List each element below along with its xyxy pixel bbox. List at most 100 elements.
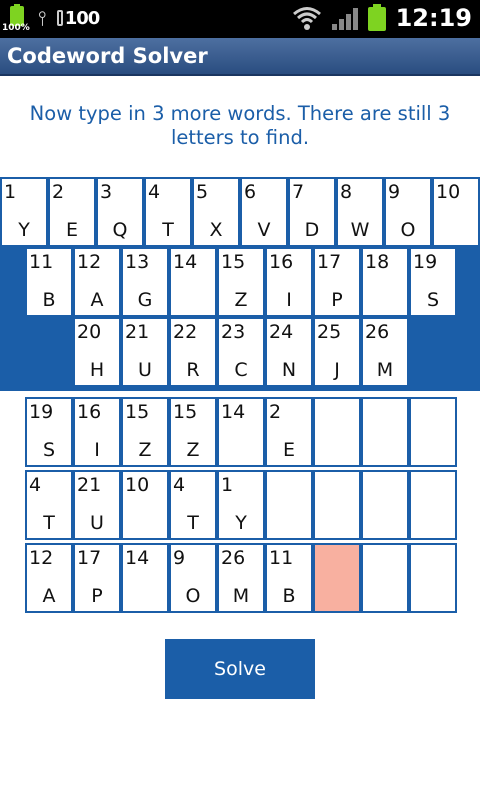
word-cell[interactable]: 11 B <box>265 543 313 613</box>
cell-letter: A <box>42 585 56 607</box>
word-cell[interactable] <box>409 543 457 613</box>
cell-letter: U <box>90 512 104 534</box>
cell-letter: D <box>304 219 320 241</box>
cell-number: 21 <box>125 321 150 343</box>
key-cell[interactable]: 2E <box>48 177 96 247</box>
cell-letter: R <box>186 359 200 381</box>
cell-letter: Y <box>18 219 30 241</box>
key-cell[interactable]: 6V <box>240 177 288 247</box>
key-cell[interactable]: 24 N <box>265 317 313 387</box>
word-cell[interactable]: 15 Z <box>121 397 169 467</box>
cell-letter: N <box>281 359 297 381</box>
cell-letter: S <box>426 289 440 311</box>
word-cell[interactable]: 19 S <box>25 397 73 467</box>
cell-letter: X <box>209 219 223 241</box>
word-cell[interactable]: 2E <box>265 397 313 467</box>
key-cell[interactable]: 17 P <box>313 247 361 317</box>
key-cell[interactable]: 7D <box>288 177 336 247</box>
key-cell[interactable]: 21 U <box>121 317 169 387</box>
key-cell[interactable]: 11 B <box>25 247 73 317</box>
key-cell[interactable]: 15 Z <box>217 247 265 317</box>
cell-letter: U <box>138 359 152 381</box>
key-cell[interactable]: 10 <box>432 177 480 247</box>
cell-number: 2 <box>52 181 65 203</box>
cell-number: 11 <box>29 251 54 273</box>
key-cell[interactable]: 19 S <box>409 247 457 317</box>
key-cell[interactable]: 16 I <box>265 247 313 317</box>
cell-number: 20 <box>77 321 102 343</box>
word-cell[interactable]: 12 A <box>25 543 73 613</box>
key-cell[interactable]: 8W <box>336 177 384 247</box>
word-cell[interactable]: 16 I <box>73 397 121 467</box>
cell-number: 4 <box>148 181 161 203</box>
cell-letter: P <box>91 585 103 607</box>
cell-number: 14 <box>221 401 246 423</box>
key-cell[interactable]: 23 C <box>217 317 265 387</box>
key-cell[interactable]: 26 M <box>361 317 409 387</box>
cell-letter: Z <box>138 439 152 461</box>
key-cell[interactable]: 1Y <box>0 177 48 247</box>
word-cell[interactable]: 17 P <box>73 543 121 613</box>
word-cell[interactable]: 14 <box>121 543 169 613</box>
word-cell[interactable]: 9O <box>169 543 217 613</box>
cell-letter: B <box>42 289 56 311</box>
cell-letter: V <box>257 219 271 241</box>
word-cell[interactable]: 10 <box>121 470 169 540</box>
key-cell[interactable]: 12 A <box>73 247 121 317</box>
word-cell[interactable]: 21 U <box>73 470 121 540</box>
word-cell[interactable] <box>361 397 409 467</box>
cell-letter: I <box>286 289 292 311</box>
word-cell[interactable] <box>361 543 409 613</box>
solve-button[interactable]: Solve <box>165 639 315 699</box>
cell-letter: Z <box>234 289 248 311</box>
word-cell[interactable]: 14 <box>217 397 265 467</box>
cell-number: 6 <box>244 181 257 203</box>
cell-number: 10 <box>436 181 461 203</box>
word-cell[interactable] <box>313 397 361 467</box>
word-cell[interactable] <box>409 470 457 540</box>
word-cell[interactable] <box>361 470 409 540</box>
key-cell[interactable]: 13 G <box>121 247 169 317</box>
cell-letter: M <box>232 585 250 607</box>
key-cell[interactable]: 4T <box>144 177 192 247</box>
word-cell[interactable]: 15 Z <box>169 397 217 467</box>
key-cell[interactable]: 25 J <box>313 317 361 387</box>
word-cell[interactable] <box>265 470 313 540</box>
cell-number: 22 <box>173 321 198 343</box>
cell-number: 15 <box>173 401 198 423</box>
word-cell[interactable]: 4T <box>25 470 73 540</box>
word-cell[interactable] <box>409 397 457 467</box>
cell-letter: G <box>137 289 153 311</box>
cell-number: 1 <box>4 181 17 203</box>
cell-number: 26 <box>365 321 390 343</box>
cell-number: 4 <box>29 474 42 496</box>
cell-number: 26 <box>221 547 246 569</box>
key-cell[interactable]: 5X <box>192 177 240 247</box>
word-cell[interactable]: 4T <box>169 470 217 540</box>
signal-icon <box>331 6 358 30</box>
cell-number: 17 <box>317 251 342 273</box>
cell-number: 15 <box>125 401 150 423</box>
cell-letter: B <box>282 585 296 607</box>
cell-letter: T <box>187 512 199 534</box>
word-cell[interactable]: 26 M <box>217 543 265 613</box>
cell-number: 23 <box>221 321 246 343</box>
key-cell[interactable]: 14 <box>169 247 217 317</box>
cell-number: 24 <box>269 321 294 343</box>
cell-letter: A <box>90 289 104 311</box>
key-cell[interactable]: 22 R <box>169 317 217 387</box>
key-cell[interactable]: 18 <box>361 247 409 317</box>
word-cell[interactable]: 1Y <box>217 470 265 540</box>
word-cell[interactable] <box>313 543 361 613</box>
word-cell[interactable] <box>313 470 361 540</box>
cell-number: 12 <box>77 251 102 273</box>
cell-number: 9 <box>388 181 401 203</box>
cell-number: 7 <box>292 181 305 203</box>
key-cell[interactable]: 3Q <box>96 177 144 247</box>
cell-letter: S <box>42 439 56 461</box>
cell-letter: E <box>65 219 78 241</box>
cell-number: 1 <box>221 474 234 496</box>
key-cell[interactable]: 9O <box>384 177 432 247</box>
cell-number: 18 <box>365 251 390 273</box>
key-cell[interactable]: 20 H <box>73 317 121 387</box>
